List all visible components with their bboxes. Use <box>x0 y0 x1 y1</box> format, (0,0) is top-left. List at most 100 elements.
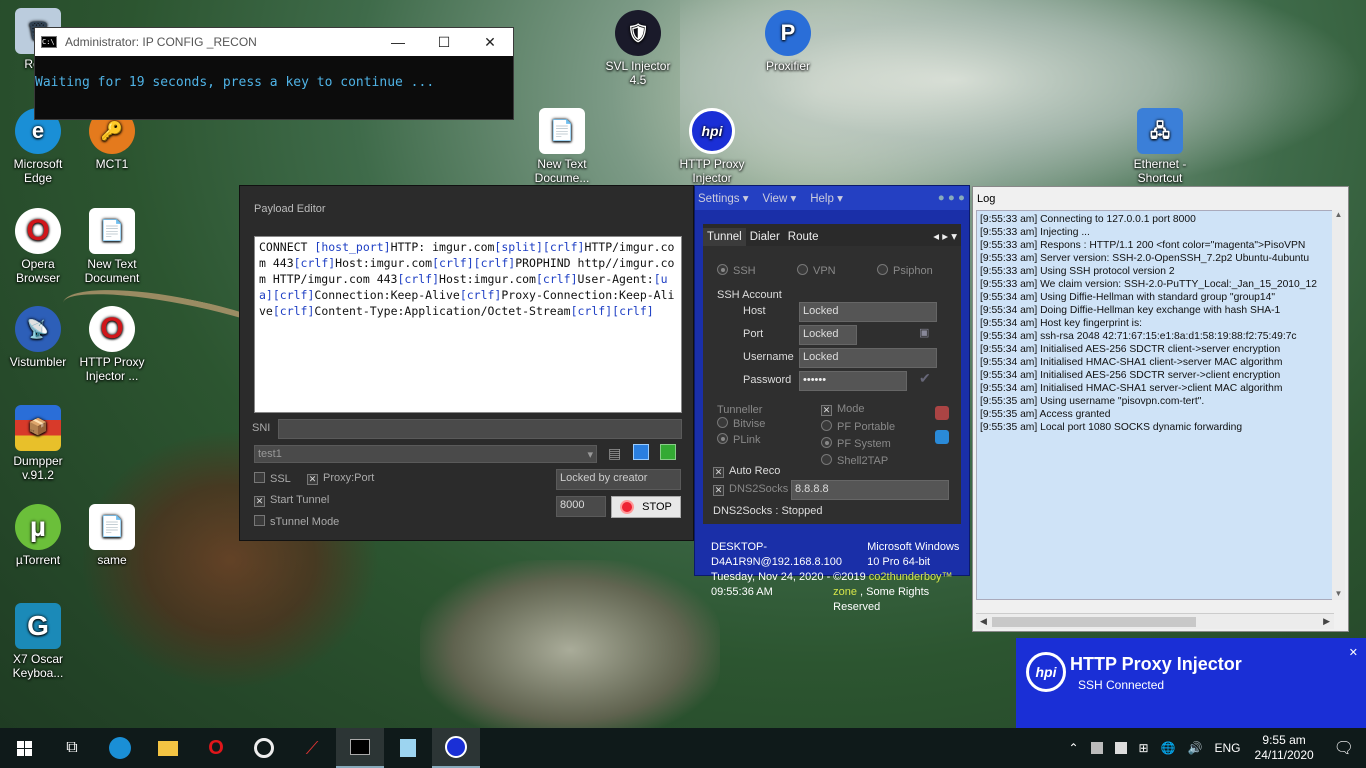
desktop-icon-dumpper[interactable]: 📦 Dumpper v.91.2 <box>0 405 76 482</box>
mode-checkbox[interactable]: ✕ Mode <box>821 403 865 416</box>
dns2socks-checkbox[interactable]: ✕ DNS2Socks <box>713 483 788 496</box>
plink-radio[interactable]: PLink <box>717 433 761 446</box>
delete-icon[interactable] <box>660 444 676 460</box>
language-indicator[interactable]: ENG <box>1215 741 1241 755</box>
save-icon[interactable] <box>633 444 649 460</box>
tray-app-icon[interactable] <box>1090 742 1103 754</box>
pf-portable-radio[interactable]: PF Portable <box>821 420 895 433</box>
taskbar-cmd[interactable] <box>336 728 384 768</box>
svl-injector-icon: 🛡 <box>615 10 661 56</box>
document-icon[interactable]: ▤ <box>608 445 621 462</box>
clock[interactable]: 9:55 am 24/11/2020 <box>1255 733 1314 763</box>
maximize-icon[interactable]: ☐ <box>421 34 467 51</box>
desktop-icon-opera[interactable]: O Opera Browser <box>0 208 76 285</box>
stop-button[interactable]: STOP <box>611 496 681 518</box>
desktop-icon-x7-oscar[interactable]: G X7 Oscar Keyboa... <box>0 603 76 680</box>
start-tunnel-checkbox[interactable]: ✕ Start Tunnel <box>254 494 329 507</box>
desktop-icon-new-text-document[interactable]: 📄 New Text Document <box>74 208 150 285</box>
log-vertical-scrollbar[interactable]: ▲ ▼ <box>1332 210 1345 600</box>
cmd-icon <box>350 739 370 755</box>
close-icon[interactable]: ✕ <box>467 34 513 51</box>
tab-scroll-icon[interactable]: ◂ ▸ ▾ <box>929 226 961 246</box>
port-field[interactable]: Locked <box>799 325 857 345</box>
network-icon[interactable]: 🌐 <box>1161 741 1176 755</box>
notepad-icon <box>400 739 416 757</box>
log-horizontal-scrollbar[interactable]: ◀ ▶ <box>976 613 1334 629</box>
profile-select[interactable]: test1 ▾ <box>254 445 597 463</box>
log-line: [9:55:33 am] Server version: SSH-2.0-Ope… <box>980 253 1310 264</box>
mode-vpn-radio[interactable]: VPN <box>797 264 836 277</box>
desktop-icon-proxifier[interactable]: P Proxifier <box>750 10 826 73</box>
sni-label: SNI <box>252 422 271 434</box>
desktop-icon-utorrent[interactable]: µ µTorrent <box>0 504 76 567</box>
taskbar-file-explorer[interactable] <box>144 728 192 768</box>
log-window[interactable]: Log [9:55:33 am] Connecting to 127.0.0.1… <box>972 186 1349 632</box>
desktop-icon-http-proxy-injector[interactable]: hpi HTTP Proxy Injector <box>674 108 750 185</box>
desktop-icon-ethernet[interactable]: 🖧 Ethernet - Shortcut <box>1122 108 1198 185</box>
payload-segment: [crlf] <box>612 304 654 318</box>
task-view-button[interactable]: ⧉ <box>48 728 96 768</box>
desktop-icon-svl-injector[interactable]: 🛡 SVL Injector 4.5 <box>600 10 676 87</box>
menu-help[interactable]: Help ▾ <box>810 191 843 205</box>
log-line: [9:55:33 am] Using SSH protocol version … <box>980 266 1175 277</box>
sni-input[interactable] <box>278 419 682 439</box>
minimize-icon[interactable]: — <box>375 34 421 51</box>
menu-view[interactable]: View ▾ <box>763 191 797 205</box>
password-field[interactable]: •••••• <box>799 371 907 391</box>
pf-system-radio[interactable]: PF System <box>821 437 891 450</box>
desktop-icon-same[interactable]: 📄 same <box>74 504 150 567</box>
taskbar-edge[interactable] <box>96 728 144 768</box>
mode-psiphon-radio[interactable]: Psiphon <box>877 264 933 277</box>
volume-icon[interactable]: 🔊 <box>1188 741 1203 755</box>
payload-segment: CONNECT <box>259 240 315 254</box>
mct1-icon <box>254 738 274 758</box>
tray-app-icon-2[interactable] <box>1114 742 1127 754</box>
hpi-footer: DESKTOP-D4A1R9N@192.168.8.100 Microsoft W… <box>695 534 971 613</box>
keyboard-icon[interactable]: ⊞ <box>1139 741 1149 755</box>
taskbar-notepad[interactable] <box>384 728 432 768</box>
stamp-icon[interactable] <box>935 406 949 420</box>
username-label: Username <box>743 351 794 363</box>
save-icon[interactable]: ▣ <box>919 326 929 339</box>
username-field[interactable]: Locked <box>799 348 937 368</box>
http-proxy-injector-window[interactable]: Settings ▾ View ▾ Help ▾ ● ● ● Tunnel Di… <box>694 185 971 613</box>
payload-segment: Content-Type:Application/Octet-Stream <box>314 304 571 318</box>
proxy-port-checkbox[interactable]: ✕ Proxy:Port <box>307 472 374 485</box>
cmd-titlebar[interactable]: C:\ Administrator: IP CONFIG _RECON — ☐ … <box>35 28 513 56</box>
taskbar-opera[interactable]: O <box>192 728 240 768</box>
notification-toast[interactable]: hpi HTTP Proxy Injector SSH Connected ✕ <box>1016 638 1366 728</box>
chevron-up-icon[interactable]: ⌃ <box>1068 741 1078 755</box>
tab-tunnel[interactable]: Tunnel <box>703 228 746 246</box>
start-button[interactable] <box>0 728 48 768</box>
payload-editor-window[interactable]: Payload Editor CONNECT [host_port]HTTP: … <box>239 185 694 541</box>
tab-dialer[interactable]: Dialer <box>746 228 784 246</box>
tab-route[interactable]: Route <box>784 228 823 246</box>
close-icon[interactable]: ✕ <box>1349 646 1358 659</box>
notification-center-icon[interactable]: 🗨 <box>1334 738 1354 758</box>
desktop-icon-vistumbler[interactable]: 📡 Vistumbler <box>0 306 76 369</box>
refresh-icon[interactable] <box>935 430 949 444</box>
taskbar-http-proxy-injector[interactable] <box>432 728 480 768</box>
cmd-window[interactable]: C:\ Administrator: IP CONFIG _RECON — ☐ … <box>34 27 514 120</box>
dns-field[interactable]: 8.8.8.8 <box>791 480 949 500</box>
checkmark-icon[interactable]: ✔ <box>919 370 931 387</box>
window-controls-icon[interactable]: ● ● ● <box>938 192 965 204</box>
auto-reco-checkbox[interactable]: ✕ Auto Reco <box>713 465 780 478</box>
shell2tap-radio[interactable]: Shell2TAP <box>821 454 888 467</box>
desktop-icon-http-proxy-injector-opera[interactable]: O HTTP Proxy Injector ... <box>74 306 150 383</box>
menu-settings[interactable]: Settings ▾ <box>698 191 749 205</box>
bitvise-radio[interactable]: Bitvise <box>717 417 765 430</box>
mode-ssh-radio[interactable]: SSH <box>717 264 756 277</box>
local-port-field[interactable]: 8000 <box>556 496 606 517</box>
taskbar-app-red[interactable]: ⟋ <box>288 728 336 768</box>
payload-segment: [crlf] <box>397 272 440 286</box>
stunnel-mode-checkbox[interactable]: sTunnel Mode <box>254 515 339 528</box>
taskbar-mct1[interactable] <box>240 728 288 768</box>
log-line: [9:55:34 am] Initialised HMAC-SHA1 serve… <box>980 383 1283 394</box>
host-field[interactable]: Locked <box>799 302 937 322</box>
cmd-output: Waiting for 19 seconds, press a key to c… <box>35 75 435 90</box>
desktop-icon-new-text-document-2[interactable]: 📄 New Text Docume... <box>524 108 600 185</box>
payload-segment: [crlf] <box>459 288 502 302</box>
payload-textarea[interactable]: CONNECT [host_port]HTTP: imgur.com[split… <box>254 236 682 413</box>
ssl-checkbox[interactable]: SSL <box>254 472 291 485</box>
